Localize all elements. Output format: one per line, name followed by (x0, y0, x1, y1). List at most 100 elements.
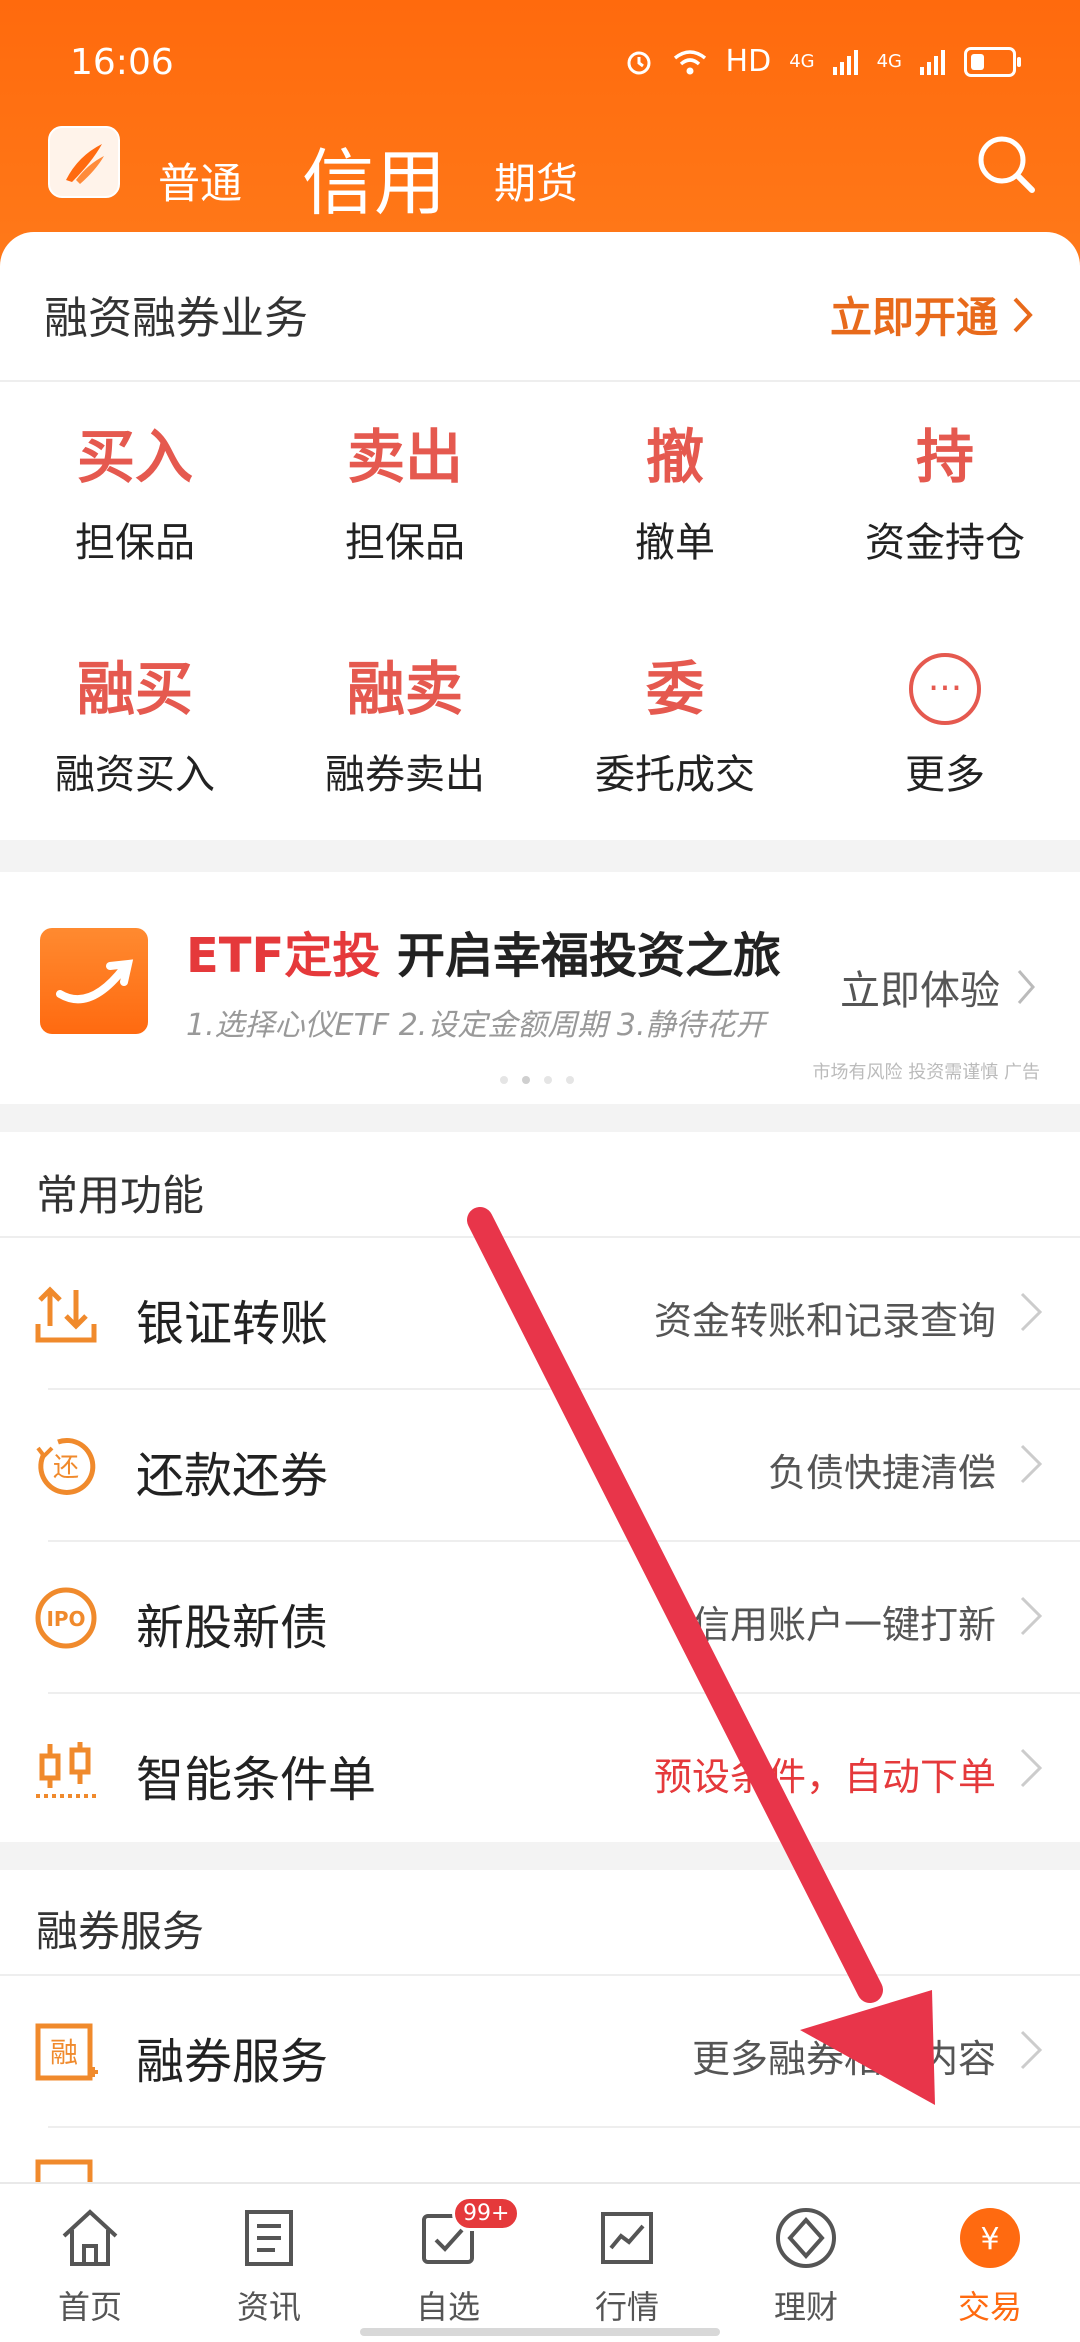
list-item-repay[interactable]: 还 还款还券 负债快捷清偿 (0, 1390, 1080, 1540)
tab-trade[interactable]: ¥ 交易 (930, 2204, 1050, 2328)
chevron-right-icon (1020, 1748, 1043, 1788)
app-logo[interactable] (48, 126, 120, 198)
row-label: 智能条件单 (136, 1752, 377, 1808)
list-item-condition-order[interactable]: 智能条件单 预设条件，自动下单 (0, 1694, 1080, 1844)
row-desc: 更多融券相关内容 (691, 2037, 996, 2081)
signal-4g-1: 4G (789, 51, 815, 72)
grid-big-label: 委 (645, 655, 704, 723)
chevron-right-icon (1017, 970, 1035, 1004)
row-label: 银证转账 (136, 1296, 329, 1352)
try-now-label: 立即体验 (840, 968, 1000, 1014)
section-title: 常用功能 (36, 1171, 205, 1220)
more-button[interactable]: ··· 更多 (810, 653, 1080, 800)
grid-big-label: 融卖 (346, 655, 463, 723)
signal-4g-2: 4G (876, 51, 902, 72)
list-item-bank-transfer[interactable]: 银证转账 资金转账和记录查询 (0, 1238, 1080, 1388)
grid-big-label: 撤 (645, 423, 704, 491)
network-type: HD (725, 44, 772, 79)
status-bar-icons: HD 4G 4G (624, 44, 1021, 79)
tab-normal[interactable]: 普通 (158, 150, 242, 211)
repay-icon: 还 (36, 1437, 96, 1495)
wifi-icon (673, 49, 706, 74)
bottom-tab-bar: 首页 资讯 99+ 自选 行情 理财 ¥ 交易 (0, 2182, 1080, 2342)
open-now-link[interactable]: 立即开通 (830, 284, 1034, 345)
grid-small-label: 融资买入 (55, 752, 215, 798)
buy-collateral-button[interactable]: 买入 担保品 (0, 422, 270, 568)
notification-badge: 99+ (452, 2196, 521, 2231)
banner-title-highlight: ETF定投 (186, 928, 381, 984)
tab-credit[interactable]: 信用 (302, 124, 446, 229)
tab-futures[interactable]: 期货 (494, 150, 578, 211)
try-now-link[interactable]: 立即体验 (840, 958, 1036, 1016)
short-sell-button[interactable]: 融卖 融券卖出 (270, 654, 540, 800)
carousel-dot (500, 1076, 508, 1084)
etf-icon (40, 928, 148, 1034)
battery-icon (964, 46, 1021, 77)
grid-big-label: 卖出 (346, 423, 463, 491)
grid-small-label: 撤单 (635, 520, 715, 566)
row-label: 新股新债 (136, 1600, 329, 1656)
open-now-label: 立即开通 (829, 293, 998, 342)
tab-label: 理财 (773, 2288, 838, 2326)
divider (0, 380, 1080, 382)
condition-order-icon (36, 1742, 96, 1798)
grid-small-label: 融券卖出 (325, 752, 485, 798)
row-desc: 负债快捷清偿 (767, 1451, 996, 1495)
carousel-dot (566, 1076, 574, 1084)
row-label: 融券服务 (136, 2034, 329, 2090)
chevron-right-icon (1013, 297, 1033, 332)
sell-collateral-button[interactable]: 卖出 担保品 (270, 422, 540, 568)
tab-watchlist[interactable]: 99+ 自选 (388, 2196, 521, 2328)
row-desc: 信用账户一键打新 (691, 1603, 996, 1647)
signal-icon (832, 49, 858, 75)
list-item-securities-lending[interactable]: 融 融券服务 更多融券相关内容 (0, 1976, 1080, 2126)
search-icon[interactable] (974, 132, 1038, 196)
svg-text:融: 融 (50, 2036, 78, 2069)
home-indicator (360, 2328, 720, 2336)
securities-services-section: 融券服务 融 融券服务 更多融券相关内容 (0, 1870, 1080, 2190)
row-desc: 资金转账和记录查询 (653, 1299, 996, 1343)
tab-wealth[interactable]: 理财 (746, 2204, 866, 2328)
chevron-right-icon (1020, 1596, 1043, 1636)
signal-icon (920, 49, 945, 75)
grid-small-label: 委托成交 (595, 752, 755, 798)
business-title: 融资融券业务 (44, 293, 308, 344)
wealth-icon (776, 2208, 836, 2268)
tab-label: 资讯 (236, 2288, 301, 2326)
svg-text:¥: ¥ (980, 2222, 999, 2257)
grid-big-label: 融买 (76, 655, 193, 723)
grid-small-label: 资金持仓 (865, 520, 1025, 566)
row-desc: 预设条件，自动下单 (653, 1755, 996, 1799)
etf-banner[interactable]: ETF定投 开启幸福投资之旅 1.选择心仪ETF 2.设定金额周期 3.静待花开… (0, 872, 1080, 1104)
transfer-icon (35, 1286, 97, 1343)
common-functions-section: 常用功能 银证转账 资金转账和记录查询 还 还款还券 负债快捷清偿 IPO 新股… (0, 1132, 1080, 1842)
margin-buy-button[interactable]: 融买 融资买入 (0, 654, 270, 800)
list-item-ipo[interactable]: IPO 新股新债 信用账户一键打新 (0, 1542, 1080, 1692)
row-label: 还款还券 (136, 1448, 329, 1504)
news-icon (245, 2210, 293, 2266)
tab-market[interactable]: 行情 (567, 2204, 687, 2328)
banner-title-text: 开启幸福投资之旅 (397, 928, 782, 984)
carousel-dot (544, 1076, 552, 1084)
chevron-right-icon (1020, 1292, 1043, 1332)
grid-small-label: 更多 (905, 752, 985, 798)
tab-news[interactable]: 资讯 (209, 2204, 329, 2328)
tab-home[interactable]: 首页 (30, 2204, 150, 2328)
cancel-order-button[interactable]: 撤 撤单 (540, 422, 810, 568)
ipo-icon: IPO (35, 1587, 97, 1649)
chevron-right-icon (1020, 1444, 1043, 1484)
more-icon: ··· (909, 653, 981, 725)
grid-big-label: 买入 (76, 423, 193, 491)
positions-button[interactable]: 持 资金持仓 (810, 422, 1080, 568)
tab-label: 交易 (957, 2288, 1022, 2326)
trade-yuan-icon: ¥ (960, 2208, 1020, 2268)
chevron-right-icon (1020, 2030, 1043, 2070)
tab-label: 行情 (594, 2288, 659, 2326)
alarm-icon (627, 51, 651, 74)
trade-panel: 融资融券业务 立即开通 买入 担保品 卖出 担保品 撤 撤单 持 资金持仓 融买… (0, 232, 1080, 840)
carousel-dot-active (522, 1076, 530, 1084)
banner-steps: 1.选择心仪ETF 2.设定金额周期 3.静待花开 (186, 1008, 766, 1043)
ad-disclaimer: 市场有风险 投资需谨慎 广告 (812, 1062, 1040, 1083)
orders-trades-button[interactable]: 委 委托成交 (540, 654, 810, 800)
divider (48, 2126, 1080, 2128)
